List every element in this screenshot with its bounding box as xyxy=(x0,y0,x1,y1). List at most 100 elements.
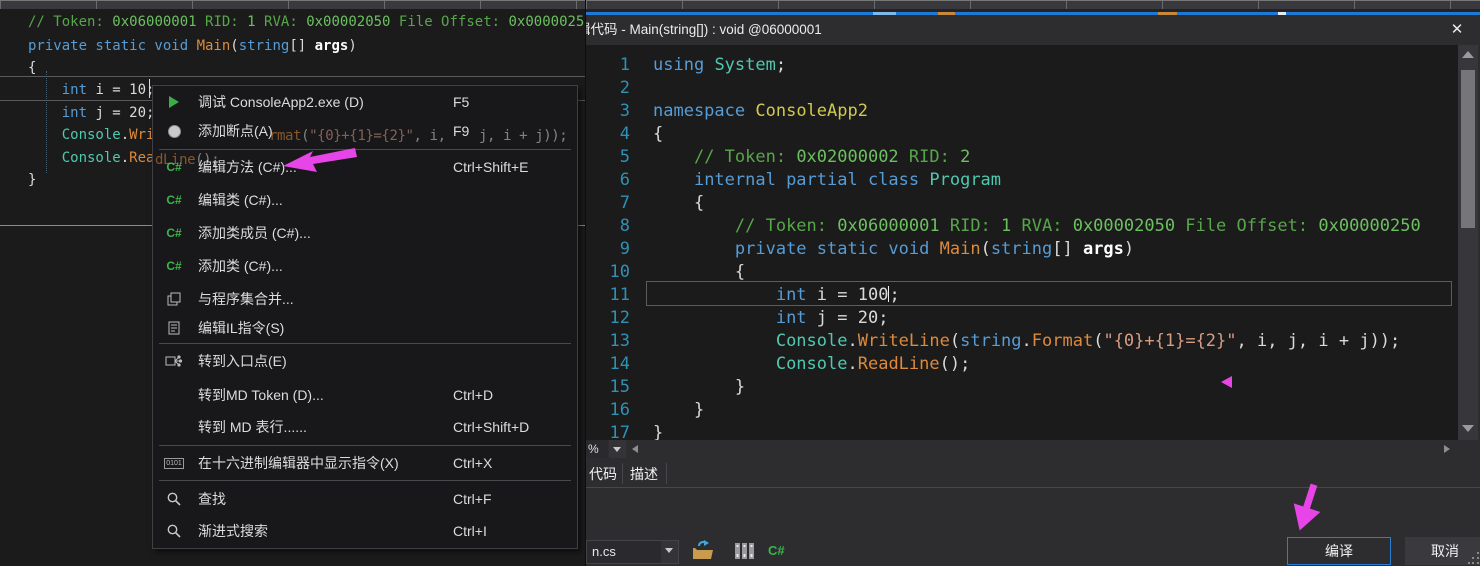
menu-item-shortcut: Ctrl+Shift+D xyxy=(453,419,530,435)
annotation-arrow-compile xyxy=(1293,483,1321,531)
menu-item-shortcut: Ctrl+F xyxy=(453,491,492,507)
compile-button[interactable]: 编译 xyxy=(1287,537,1391,565)
text-caret xyxy=(149,79,150,98)
code-line: { xyxy=(28,60,37,76)
line-number: 2 xyxy=(619,78,630,98)
vertical-scrollbar[interactable] xyxy=(1458,45,1478,440)
ghost-code-text: dLine(); xyxy=(155,152,220,168)
entry-point-icon xyxy=(161,347,187,375)
resize-grip[interactable] xyxy=(1468,552,1480,564)
context-menu-item[interactable]: 调试 ConsoleApp2.exe (D) F5 xyxy=(153,88,577,116)
line-number: 1 xyxy=(619,55,630,75)
menu-item-label: 与程序集合并... xyxy=(198,291,294,307)
code-line: // Token: 0x06000001 RID: 1 RVA: 0x00002… xyxy=(28,14,593,30)
menu-item-label: 转到 MD 表行...... xyxy=(198,419,307,435)
hex-editor-icon: 0101 xyxy=(164,457,184,469)
line-number: 10 xyxy=(609,262,630,282)
menu-item-label: 转到入口点(E) xyxy=(198,353,287,369)
file-select-dropdown[interactable]: n.cs xyxy=(586,540,679,564)
context-menu-item[interactable]: 转到入口点(E) xyxy=(153,347,577,375)
context-menu-item[interactable]: 渐进式搜索 Ctrl+I xyxy=(153,517,577,545)
context-menu-item[interactable]: C# 编辑类 (C#)... xyxy=(153,186,577,214)
menu-separator xyxy=(159,445,571,446)
il-instruction-icon xyxy=(161,314,187,342)
menu-item-label: 渐进式搜索 xyxy=(198,523,268,539)
menu-item-label: 在十六进制编辑器中显示指令(X) xyxy=(198,455,399,471)
vertical-scrollbar-thumb[interactable] xyxy=(1461,70,1475,228)
chevron-down-icon xyxy=(613,447,621,452)
menu-item-label: 转到MD Token (D)... xyxy=(198,387,324,403)
file-dropdown-button[interactable] xyxy=(661,541,678,563)
csharp-icon: C# xyxy=(166,259,182,273)
context-menu-item[interactable]: 添加断点(A) F9 rmat("{0}+{1}={2}", i, j, i + j)… xyxy=(153,117,577,145)
context-menu-item[interactable]: C# 编辑方法 (C#)... Ctrl+Shift+E dLine(); xyxy=(153,152,577,181)
scroll-right-icon[interactable] xyxy=(1444,445,1450,453)
csharp-icon: C# xyxy=(768,543,785,558)
line-number: 13 xyxy=(609,331,630,351)
annotation-triangle xyxy=(1221,376,1232,388)
dialog-bottom-bar: n.cs C# 编译 取消 xyxy=(586,537,1480,566)
csharp-icon: C# xyxy=(166,226,182,240)
ghost-code-text: j, i + j)); xyxy=(479,128,568,144)
menu-item-label: 添加类 (C#)... xyxy=(198,258,283,274)
add-document-icon[interactable] xyxy=(691,540,715,562)
line-number: 15 xyxy=(609,377,630,397)
tab-code[interactable]: 代码 xyxy=(586,461,620,488)
context-menu-item[interactable]: C# 添加类 (C#)... xyxy=(153,252,577,280)
context-menu-item[interactable]: 查找 Ctrl+F xyxy=(153,485,577,513)
breakpoint-icon xyxy=(161,117,187,145)
chevron-down-icon xyxy=(665,548,673,553)
line-number: 3 xyxy=(619,101,630,121)
search-icon xyxy=(161,517,187,545)
zoom-dropdown-button[interactable] xyxy=(609,440,626,458)
menu-item-label: 编辑IL指令(S) xyxy=(198,320,285,336)
line-number: 7 xyxy=(619,193,630,213)
line-number: 16 xyxy=(609,400,630,420)
scroll-down-icon[interactable] xyxy=(1462,425,1474,432)
menu-item-label: 添加类成员 (C#)... xyxy=(198,225,311,241)
menu-item-shortcut: Ctrl+I xyxy=(453,523,487,539)
play-icon xyxy=(161,88,187,116)
menu-item-shortcut: F9 xyxy=(453,123,470,139)
context-menu-item[interactable]: 编辑IL指令(S) xyxy=(153,314,577,342)
references-icon[interactable] xyxy=(734,541,756,561)
menu-item-shortcut: Ctrl+D xyxy=(453,387,494,403)
edit-code-dialog: 辑代码 - Main(string[]) : void @06000001 ✕ … xyxy=(585,0,1480,566)
dialog-code-editor[interactable]: 1 using System; 2 3 namespace ConsoleApp2 4{5… xyxy=(586,45,1458,440)
line-number: 6 xyxy=(619,170,630,190)
menu-item-shortcut: Ctrl+X xyxy=(453,455,493,471)
menu-item-label: 调试 ConsoleApp2.exe (D) xyxy=(198,94,364,110)
menu-item-label: 编辑类 (C#)... xyxy=(198,192,283,208)
search-icon xyxy=(161,485,187,513)
annotation-arrow-edit-method xyxy=(283,148,357,172)
context-menu-item[interactable]: 转到MD Token (D)... Ctrl+D xyxy=(153,381,577,409)
line-number: 12 xyxy=(609,308,630,328)
csharp-icon: C# xyxy=(166,193,182,207)
file-select-value: n.cs xyxy=(592,544,616,559)
no-icon xyxy=(161,413,187,441)
line-number: 11 xyxy=(609,285,630,305)
code-line: } xyxy=(28,172,37,188)
scroll-up-icon[interactable] xyxy=(1462,51,1474,58)
menu-separator xyxy=(159,480,571,481)
context-menu-item[interactable]: C# 添加类成员 (C#)... xyxy=(153,219,577,247)
context-menu-item[interactable]: 0101 在十六进制编辑器中显示指令(X) Ctrl+X xyxy=(153,449,577,477)
merge-assembly-icon xyxy=(161,285,187,313)
background-tabs-edge xyxy=(586,0,1480,9)
dialog-title: 辑代码 - Main(string[]) : void @06000001 xyxy=(585,22,822,37)
line-number: 5 xyxy=(619,147,630,167)
scroll-left-icon[interactable] xyxy=(632,445,638,453)
close-icon[interactable]: ✕ xyxy=(1442,16,1472,44)
dialog-titlebar: 辑代码 - Main(string[]) : void @06000001 ✕ xyxy=(586,15,1480,45)
menu-item-label: 查找 xyxy=(198,491,226,507)
line-number: 9 xyxy=(619,239,630,259)
menu-item-label: 添加断点(A) xyxy=(198,123,273,139)
line-number: 14 xyxy=(609,354,630,374)
menu-item-shortcut: F5 xyxy=(453,94,470,110)
context-menu-item[interactable]: 转到 MD 表行...... Ctrl+Shift+D xyxy=(153,413,577,441)
tab-divider xyxy=(666,463,667,484)
zoom-level-combo[interactable]: % xyxy=(586,440,608,458)
context-menu-item[interactable]: 与程序集合并... xyxy=(153,285,577,313)
tab-description[interactable]: 描述 xyxy=(623,461,665,488)
line-number: 17 xyxy=(609,423,630,440)
